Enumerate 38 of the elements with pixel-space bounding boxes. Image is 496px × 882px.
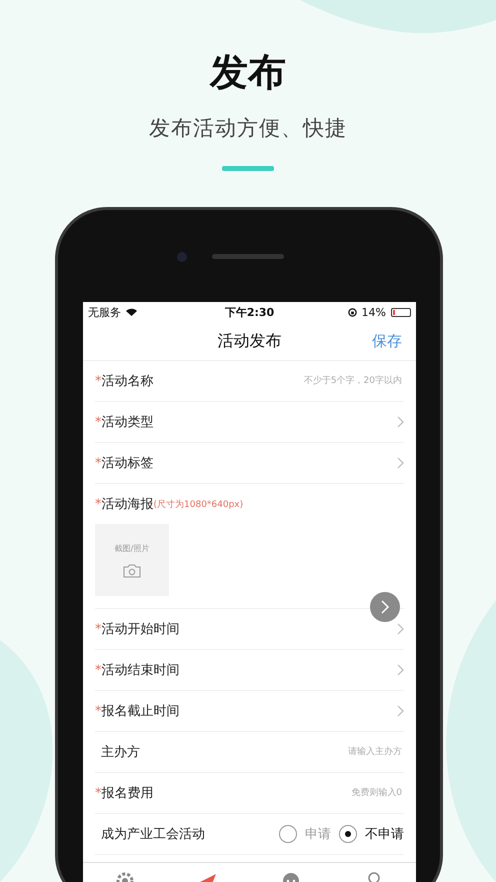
chevron-icon — [397, 457, 404, 469]
chevron-icon — [397, 664, 404, 676]
chevron-icon — [380, 600, 390, 614]
upload-label: 截图/照片 — [114, 542, 150, 554]
camera-icon — [123, 564, 141, 578]
input-field[interactable]: 免费则输入0 — [154, 787, 404, 799]
field-label: *活动结束时间 — [95, 662, 180, 679]
radio-option[interactable]: 不申请 — [339, 825, 404, 843]
field-label: 主办方 — [100, 744, 140, 761]
field-label: *活动海报 — [95, 496, 154, 513]
input-field[interactable]: 不少于5个字，20字以内 — [154, 375, 404, 387]
battery-icon — [391, 308, 411, 316]
field-label: *报名截止时间 — [95, 703, 180, 720]
field-label: *报名费用 — [95, 785, 154, 802]
field-label: *活动名称 — [95, 373, 154, 390]
chevron-icon — [397, 623, 404, 635]
radio-option[interactable]: 申请 — [279, 825, 331, 843]
field-label: 成为产业工会活动 — [100, 826, 205, 843]
status-time: 下午2:30 — [224, 304, 274, 320]
size-note: (尺寸为1080*640px) — [154, 498, 244, 510]
phone-speaker — [212, 254, 284, 259]
upload-area[interactable]: 截图/照片 — [95, 524, 169, 596]
wifi-icon — [126, 308, 137, 316]
field-label: *活动类型 — [95, 414, 154, 431]
promo-title: 发布 — [210, 49, 286, 96]
chevron-icon — [397, 705, 404, 717]
front-camera — [177, 252, 187, 262]
promo-subtitle: 发布活动方便、快捷 — [149, 115, 347, 142]
next-button[interactable] — [370, 592, 400, 622]
carrier-label: 无服务 — [88, 304, 121, 320]
nav-title: 活动发布 — [218, 330, 282, 352]
field-label: *活动开始时间 — [95, 621, 180, 638]
field-label: *活动标签 — [95, 455, 154, 472]
lock-rotation-icon — [348, 308, 357, 316]
save-button[interactable]: 保存 — [372, 332, 402, 350]
chevron-icon — [397, 416, 404, 428]
input-field[interactable]: 请输入主办方 — [140, 746, 404, 758]
battery-percent: 14% — [362, 306, 386, 318]
